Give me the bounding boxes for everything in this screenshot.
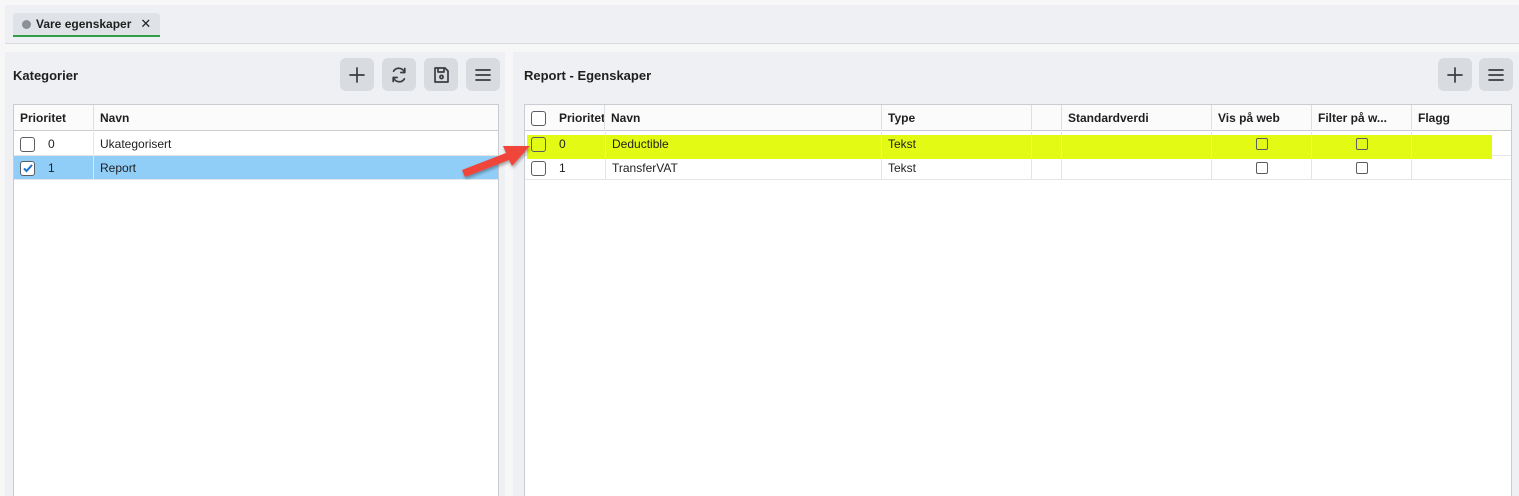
- table-row[interactable]: 1 TransferVAT Tekst: [525, 156, 1511, 180]
- save-icon: [434, 66, 449, 83]
- table-row[interactable]: 0 Deductible Tekst: [525, 132, 1511, 159]
- column-header-flagg[interactable]: Flagg: [1412, 105, 1511, 131]
- plus-icon: [349, 66, 365, 83]
- row-checkbox[interactable]: [20, 136, 35, 152]
- add-button[interactable]: [340, 58, 374, 91]
- tab-bar: Vare egenskaper ✕: [5, 5, 1519, 44]
- prioritet-cell: 0: [42, 132, 94, 156]
- refresh-icon: [392, 66, 406, 83]
- type-cell: Tekst: [882, 156, 1032, 180]
- annotation-arrow-icon: [462, 146, 530, 177]
- kategorier-grid: Prioritet Navn 0 Ukategorisert 1 Report: [13, 104, 499, 496]
- tab-label: Vare egenskaper: [36, 17, 132, 31]
- tab-vare-egenskaper[interactable]: Vare egenskaper ✕: [13, 13, 161, 37]
- select-all-checkbox[interactable]: [531, 110, 546, 126]
- grid-header: Prioritet Navn Type Standardverdi Vis på…: [525, 105, 1511, 131]
- column-header-vis-paa-web[interactable]: Vis på web: [1212, 105, 1312, 131]
- column-header-standardverdi[interactable]: Standardverdi: [1062, 105, 1212, 131]
- column-header-prioritet[interactable]: Prioritet: [553, 105, 605, 131]
- grid-header: Prioritet Navn: [14, 105, 498, 131]
- table-row[interactable]: 1 Report: [14, 156, 498, 180]
- prioritet-cell: 0: [559, 137, 566, 151]
- vis-paa-web-checkbox[interactable]: [1255, 162, 1268, 174]
- menu-button[interactable]: [1479, 58, 1513, 91]
- panel-title: Kategorier: [13, 68, 79, 83]
- plus-icon: [1447, 66, 1463, 83]
- table-row[interactable]: 0 Ukategorisert: [14, 132, 498, 156]
- column-header-navn[interactable]: Navn: [605, 105, 882, 131]
- column-header-prioritet[interactable]: Prioritet: [14, 105, 94, 131]
- panel-title: Report - Egenskaper: [524, 68, 652, 83]
- prioritet-cell: 1: [42, 156, 94, 180]
- type-cell: Tekst: [882, 132, 1032, 156]
- navn-cell: Deductible: [605, 132, 882, 156]
- navn-cell: Report: [100, 161, 137, 175]
- flagg-cell: [1412, 156, 1511, 180]
- menu-icon: [1488, 68, 1504, 81]
- navn-cell: Ukategorisert: [100, 137, 172, 151]
- flagg-cell: [1412, 132, 1511, 156]
- menu-button[interactable]: [466, 58, 500, 91]
- navn-cell: TransferVAT: [605, 156, 882, 180]
- status-dot-icon: [22, 19, 31, 29]
- prioritet-cell: 1: [559, 161, 566, 175]
- filter-paa-web-checkbox[interactable]: [1355, 138, 1368, 150]
- kategorier-panel: Kategorier Prioritet Navn 0 Ukategoriser…: [5, 52, 505, 496]
- egenskaper-panel: Report - Egenskaper Prioritet Navn Type …: [513, 52, 1519, 496]
- row-checkbox[interactable]: [20, 160, 35, 176]
- refresh-button[interactable]: [382, 58, 416, 91]
- egenskaper-grid: Prioritet Navn Type Standardverdi Vis på…: [524, 104, 1512, 496]
- column-header-type[interactable]: Type: [882, 105, 1032, 131]
- close-icon[interactable]: ✕: [140, 16, 151, 32]
- column-header-blank[interactable]: [1032, 105, 1062, 131]
- filter-paa-web-checkbox[interactable]: [1355, 162, 1368, 174]
- checkmark-icon: [22, 164, 33, 173]
- vis-paa-web-checkbox[interactable]: [1255, 138, 1268, 150]
- add-button[interactable]: [1438, 58, 1472, 91]
- save-button[interactable]: [424, 58, 458, 91]
- standardverdi-cell: [1062, 132, 1212, 156]
- menu-icon: [475, 68, 491, 81]
- column-header-navn[interactable]: Navn: [94, 105, 498, 131]
- column-header-filter-paa-web[interactable]: Filter på w...: [1312, 105, 1412, 131]
- standardverdi-cell: [1062, 156, 1212, 180]
